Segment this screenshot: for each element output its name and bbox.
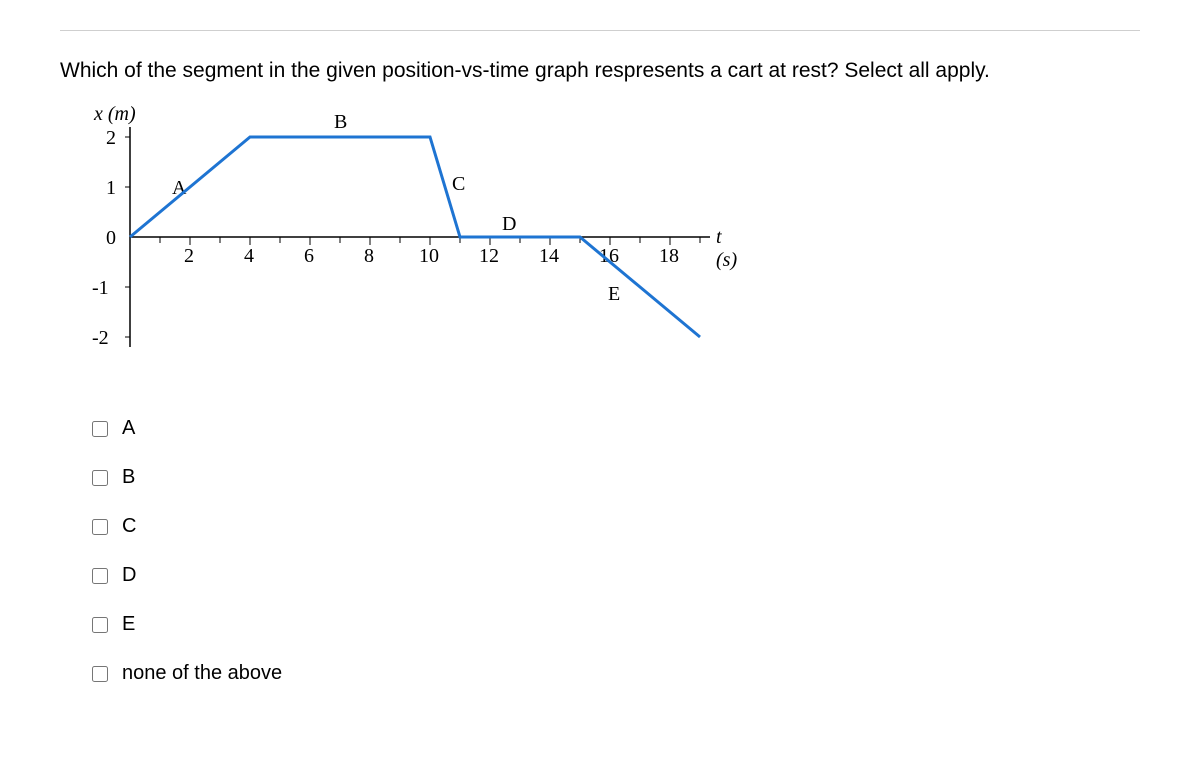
choice-E[interactable]: E [88,613,1140,636]
checkbox-D[interactable] [92,568,108,584]
answer-choices: A B C D E none of the above [88,417,1140,685]
choice-label-E: E [122,613,135,636]
choice-label-D: D [122,564,136,587]
choice-label-B: B [122,466,135,489]
question-text: Which of the segment in the given positi… [60,59,1140,83]
choice-A[interactable]: A [88,417,1140,440]
checkbox-E[interactable] [92,617,108,633]
position-time-chart: x (m) 2 1 0 -1 -2 2 4 6 8 10 12 14 16 18… [80,107,740,397]
choice-C[interactable]: C [88,515,1140,538]
choice-label-none: none of the above [122,662,282,685]
choice-D[interactable]: D [88,564,1140,587]
chart-svg [80,107,740,397]
checkbox-B[interactable] [92,470,108,486]
choice-none[interactable]: none of the above [88,662,1140,685]
choice-label-A: A [122,417,135,440]
choice-label-C: C [122,515,136,538]
checkbox-C[interactable] [92,519,108,535]
checkbox-A[interactable] [92,421,108,437]
checkbox-none[interactable] [92,666,108,682]
choice-B[interactable]: B [88,466,1140,489]
